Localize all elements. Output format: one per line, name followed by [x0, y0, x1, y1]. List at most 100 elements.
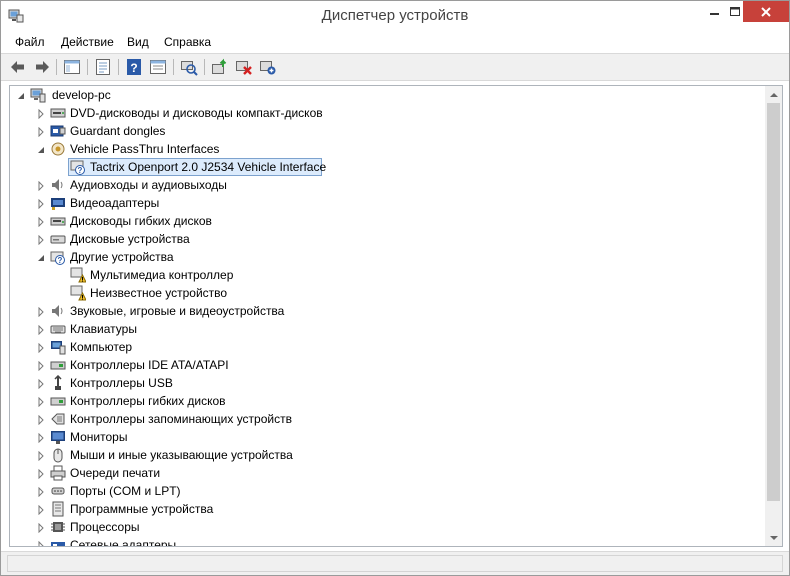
expand-arrow-icon[interactable] — [36, 342, 46, 354]
scroll-thumb[interactable] — [767, 103, 780, 501]
expand-arrow-icon[interactable] — [36, 504, 46, 516]
expand-arrow-icon[interactable] — [36, 522, 46, 534]
tree-category-row[interactable]: Видеоадаптеры — [10, 194, 766, 212]
minimize-button[interactable] — [701, 1, 729, 22]
expand-arrow-icon[interactable] — [36, 180, 46, 192]
tree-device-row[interactable]: ? Tactrix Openport 2.0 J2534 Vehicle Inte… — [10, 158, 766, 176]
tree-category-row[interactable]: Процессоры — [10, 518, 766, 536]
menu-bar: Файл Действие Вид Справка — [1, 31, 789, 53]
toolbar-separator — [173, 59, 174, 75]
tree-category-row[interactable]: Мыши и иные указывающие устройства — [10, 446, 766, 464]
scroll-up-button[interactable] — [765, 86, 782, 103]
expand-arrow-icon[interactable] — [36, 396, 46, 408]
network-adapter-icon — [50, 537, 66, 546]
scan-hardware-icon[interactable] — [180, 58, 198, 76]
scroll-up-icon — [769, 92, 778, 97]
expand-arrow-icon[interactable] — [36, 540, 46, 546]
title-bar[interactable]: Диспетчер устройств — [1, 1, 789, 31]
svg-text:?: ? — [78, 166, 83, 175]
tree-category-label: Сетевые адаптеры — [70, 538, 177, 547]
tree-category-label: Видеоадаптеры — [70, 196, 160, 210]
tree-category-row[interactable]: Аудиовходы и аудиовыходы — [10, 176, 766, 194]
collapse-arrow-icon[interactable] — [16, 90, 26, 100]
port-icon — [50, 483, 66, 499]
close-button[interactable] — [743, 1, 789, 22]
tree-category-row[interactable]: Компьютер — [10, 338, 766, 356]
properties-icon[interactable] — [94, 58, 112, 76]
tree-category-row[interactable]: ? Другие устройства — [10, 248, 766, 266]
help-icon[interactable]: ? — [125, 58, 143, 76]
tree-category-row[interactable]: Порты (COM и LPT) — [10, 482, 766, 500]
expand-arrow-icon[interactable] — [36, 432, 46, 444]
tree-device-row[interactable]: Мультимедиа контроллер — [10, 266, 766, 284]
tree-category-row[interactable]: Очереди печати — [10, 464, 766, 482]
expand-arrow-icon[interactable] — [36, 324, 46, 336]
tree-category-row[interactable]: Дисковые устройства — [10, 230, 766, 248]
tree-category-label: Дисководы гибких дисков — [70, 214, 212, 228]
expand-arrow-icon[interactable] — [36, 378, 46, 390]
maximize-button[interactable] — [729, 1, 741, 22]
show-hide-console-tree-icon[interactable] — [63, 58, 81, 76]
maximize-icon — [730, 6, 740, 16]
collapse-arrow-icon[interactable] — [36, 144, 46, 154]
uninstall-icon[interactable] — [235, 58, 253, 76]
back-icon[interactable] — [9, 58, 27, 76]
window-title: Диспетчер устройств — [321, 7, 469, 24]
expand-arrow-icon[interactable] — [36, 486, 46, 498]
svg-text:?: ? — [130, 61, 137, 75]
menu-file[interactable]: Файл — [15, 35, 45, 49]
expand-arrow-icon[interactable] — [36, 468, 46, 480]
expand-arrow-icon[interactable] — [36, 126, 46, 138]
expand-arrow-icon[interactable] — [36, 414, 46, 426]
menu-view[interactable]: Вид — [127, 35, 149, 49]
tree-category-row[interactable]: DVD-дисководы и дисководы компакт-дисков — [10, 104, 766, 122]
tree-category-label: Очереди печати — [70, 466, 161, 480]
tree-category-label: Порты (COM и LPT) — [70, 484, 181, 498]
unknown-device-icon: ? — [70, 159, 86, 175]
device-tree[interactable]: develop-pc DVD-дисководы и дисководы ком… — [9, 85, 783, 547]
expand-arrow-icon[interactable] — [36, 198, 46, 210]
expand-arrow-icon[interactable] — [36, 360, 46, 372]
update-driver-icon[interactable] — [211, 58, 229, 76]
scroll-down-button[interactable] — [765, 529, 782, 546]
collapse-arrow-icon[interactable] — [36, 252, 46, 262]
tree-category-label: DVD-дисководы и дисководы компакт-дисков — [70, 106, 323, 120]
expand-arrow-icon[interactable] — [36, 216, 46, 228]
tree-category-row[interactable]: Guardant dongles — [10, 122, 766, 140]
enable-device-icon[interactable] — [259, 58, 277, 76]
menu-action[interactable]: Действие — [61, 35, 114, 49]
tree-category-row[interactable]: Контроллеры IDE ATA/ATAPI — [10, 356, 766, 374]
tree-category-row[interactable]: Контроллеры запоминающих устройств — [10, 410, 766, 428]
tree-category-label: Контроллеры запоминающих устройств — [70, 412, 292, 426]
tree-category-row[interactable]: Звуковые, игровые и видеоустройства — [10, 302, 766, 320]
tree-category-row[interactable]: Программные устройства — [10, 500, 766, 518]
dvd-drive-icon — [50, 105, 66, 121]
tree-category-row[interactable]: Контроллеры гибких дисков — [10, 392, 766, 410]
forward-icon[interactable] — [33, 58, 51, 76]
tree-root-row[interactable]: develop-pc — [10, 86, 766, 104]
tree-category-label: Guardant dongles — [70, 124, 166, 138]
tree-category-row[interactable]: Сетевые адаптеры — [10, 536, 766, 547]
tree-category-row[interactable]: Клавиатуры — [10, 320, 766, 338]
tree-category-row[interactable]: Vehicle PassThru Interfaces — [10, 140, 766, 158]
svg-text:?: ? — [58, 256, 63, 265]
disk-drive-icon — [50, 231, 66, 247]
tree-category-row[interactable]: Контроллеры USB — [10, 374, 766, 392]
computer-icon — [50, 339, 66, 355]
tree-category-row[interactable]: Дисководы гибких дисков — [10, 212, 766, 230]
expand-arrow-icon[interactable] — [36, 234, 46, 246]
tree-device-row[interactable]: Неизвестное устройство — [10, 284, 766, 302]
action-pane-icon[interactable] — [149, 58, 167, 76]
tree-category-label: Vehicle PassThru Interfaces — [70, 142, 220, 156]
expand-arrow-icon[interactable] — [36, 306, 46, 318]
tree-category-label: Процессоры — [70, 520, 140, 534]
tree-category-row[interactable]: Мониторы — [10, 428, 766, 446]
menu-help[interactable]: Справка — [164, 35, 211, 49]
vehicle-interface-icon — [50, 141, 66, 157]
vertical-scrollbar[interactable] — [765, 86, 782, 546]
other-devices-icon: ? — [50, 249, 66, 265]
expand-arrow-icon[interactable] — [36, 450, 46, 462]
speaker-icon — [50, 177, 66, 193]
expand-arrow-icon[interactable] — [36, 108, 46, 120]
sound-icon — [50, 303, 66, 319]
